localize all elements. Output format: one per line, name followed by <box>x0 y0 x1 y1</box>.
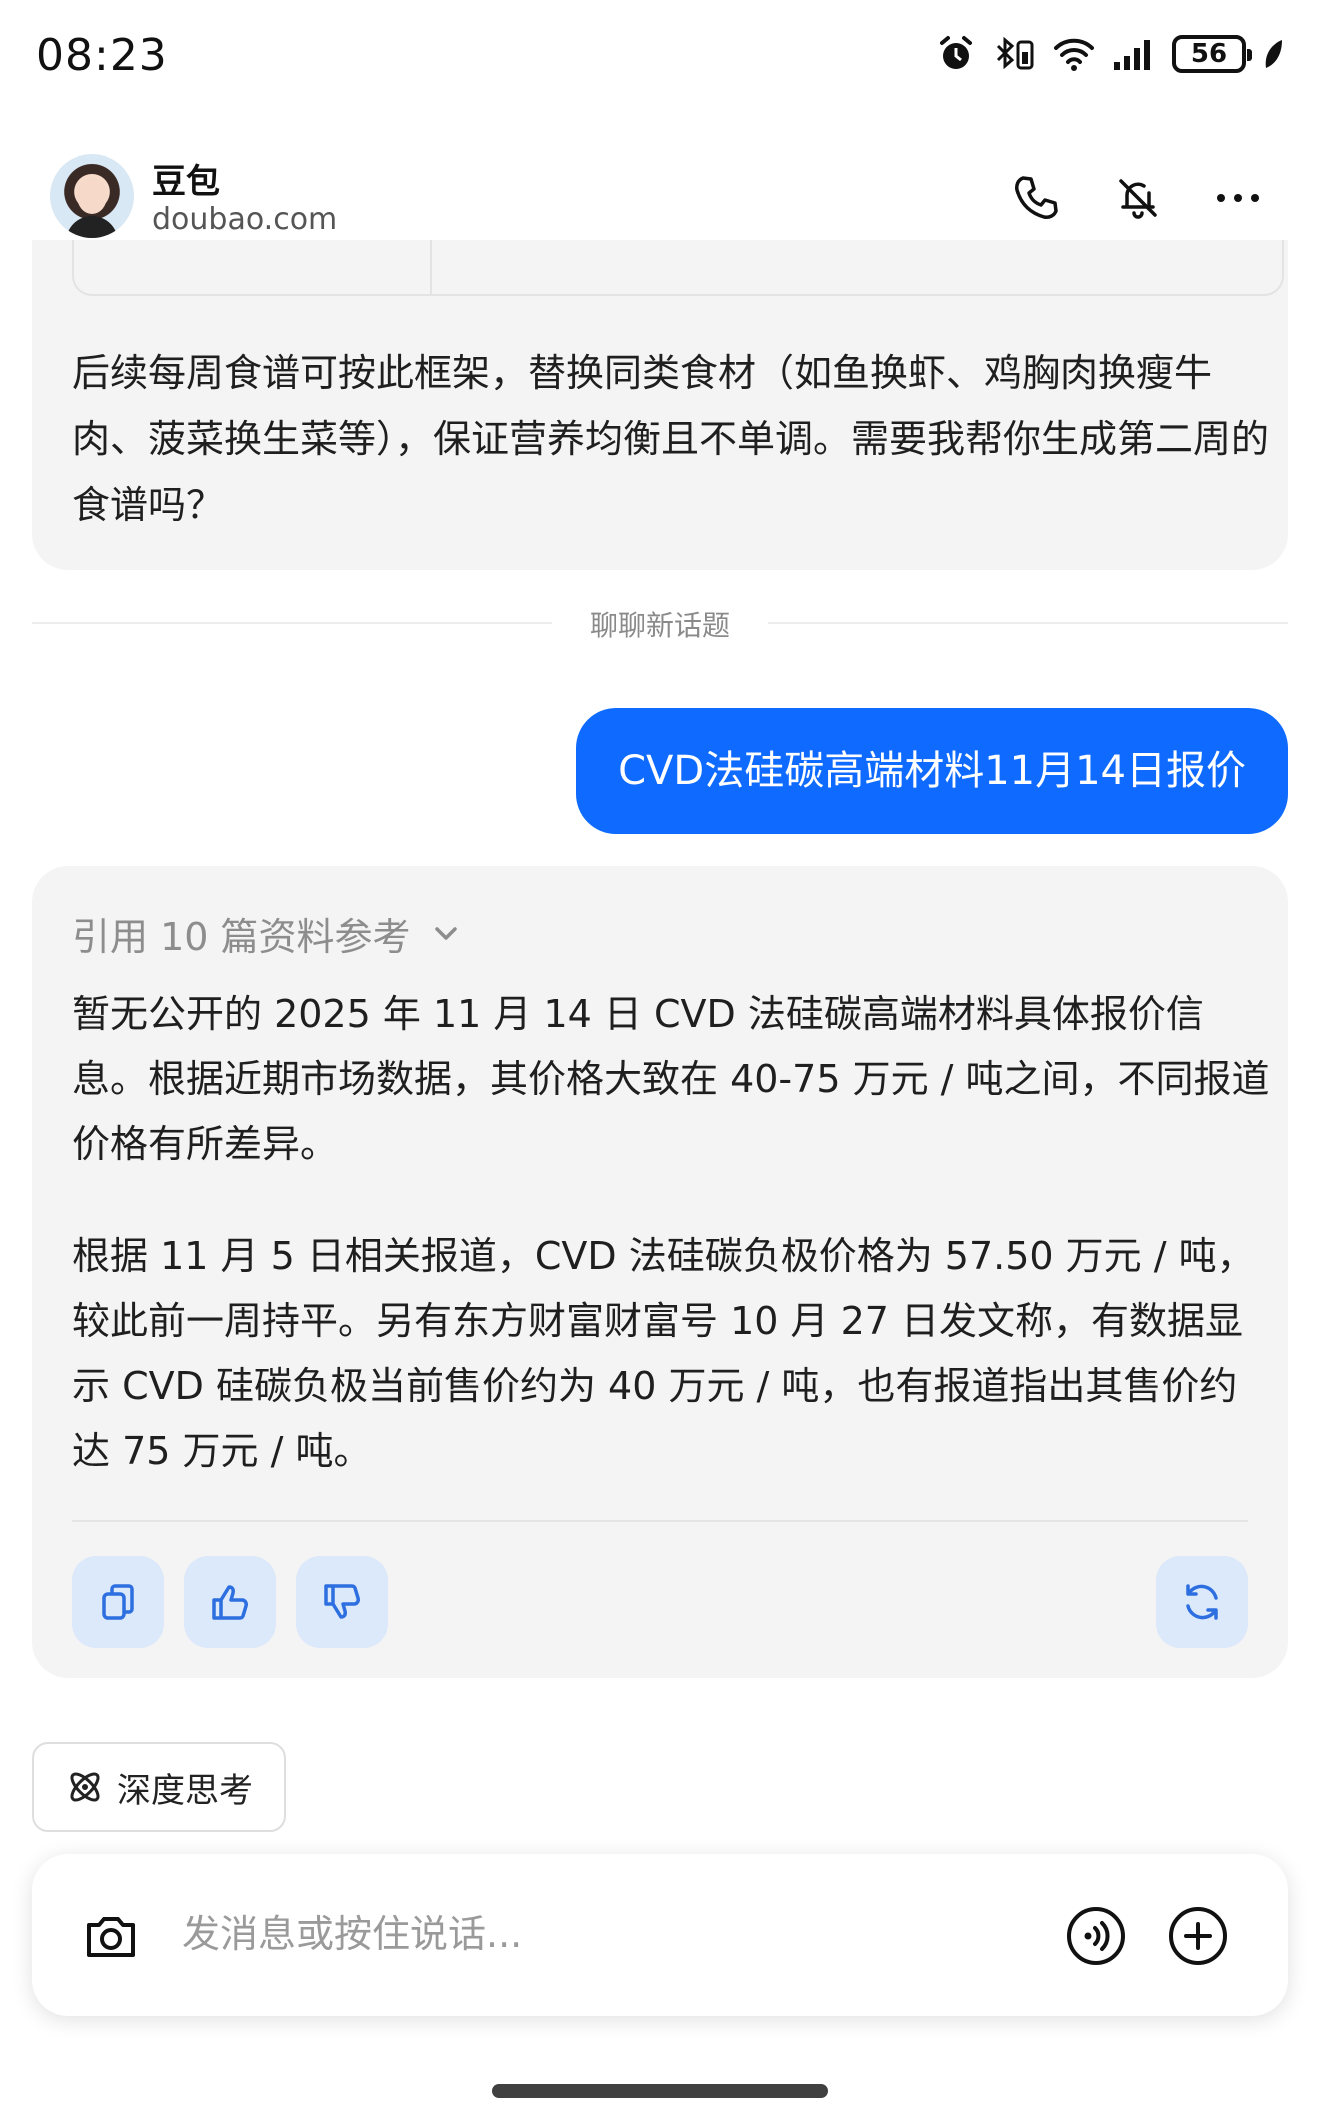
status-icons: 56 <box>936 34 1284 74</box>
thumbs-down-icon <box>324 1584 360 1619</box>
ai-reply-paragraph: 暂无公开的 2025 年 11 月 14 日 CVD 法硅碳高端材料具体报价信息… <box>72 992 1270 1166</box>
plus-icon <box>1169 1907 1227 1965</box>
dislike-button[interactable] <box>296 1556 388 1648</box>
battery-indicator: 56 <box>1172 35 1252 73</box>
add-button[interactable] <box>1164 1902 1232 1970</box>
phone-icon <box>1015 176 1058 219</box>
camera-button[interactable] <box>78 1904 144 1970</box>
divider-line-right <box>768 622 1288 624</box>
chevron-down-icon <box>434 926 457 940</box>
atom-icon <box>70 1772 100 1802</box>
thumbs-up-icon <box>212 1585 248 1620</box>
voice-call-button[interactable] <box>1062 1902 1130 1970</box>
avatar[interactable] <box>50 154 134 238</box>
ai-reply-card: 引用 10 篇资料参考 暂无公开的 2025 年 11 月 14 日 CVD 法… <box>32 866 1288 1678</box>
bot-name: 豆包 <box>152 162 220 202</box>
copy-icon <box>102 1584 134 1620</box>
mute-button[interactable] <box>1108 168 1168 228</box>
reply-divider <box>72 1520 1248 1522</box>
more-button[interactable] <box>1208 168 1268 228</box>
references-toggle[interactable]: 引用 10 篇资料参考 <box>72 906 463 961</box>
muted-bell-icon <box>1119 179 1157 219</box>
user-message-bubble[interactable]: CVD法硅碳高端材料11月14日报价 <box>576 708 1288 834</box>
previous-reply-text: 后续每周食谱可按此框架，替换同类食材（如鱼换虾、鸡胸肉换瘦牛肉、菠菜换生菜等），… <box>72 351 1270 527</box>
home-indicator[interactable] <box>492 2084 828 2098</box>
deep-think-button[interactable]: 深度思考 <box>32 1742 286 1832</box>
deep-think-label: 深度思考 <box>117 1770 253 1811</box>
status-bar: 08:23 56 <box>0 0 1320 118</box>
wifi-icon <box>1052 34 1096 74</box>
new-topic-divider: 聊聊新话题 <box>589 609 730 642</box>
status-time: 08:23 <box>36 30 168 81</box>
references-label: 引用 10 篇资料参考 <box>72 915 411 959</box>
message-composer <box>32 1854 1288 2016</box>
leaf-icon <box>1262 34 1284 74</box>
copy-button[interactable] <box>72 1556 164 1648</box>
voice-wave-icon <box>1067 1907 1125 1965</box>
more-icon <box>1217 194 1259 202</box>
alarm-icon <box>936 34 976 74</box>
like-button[interactable] <box>184 1556 276 1648</box>
bot-domain: doubao.com <box>152 202 338 237</box>
divider-line-left <box>32 622 552 624</box>
message-input[interactable] <box>182 1894 1052 1974</box>
call-button[interactable] <box>1006 168 1066 228</box>
previous-reply-card: 后续每周食谱可按此框架，替换同类食材（如鱼换虾、鸡胸肉换瘦牛肉、菠菜换生菜等），… <box>32 240 1288 570</box>
camera-icon <box>87 1917 135 1957</box>
ai-reply-paragraph: 根据 11 月 5 日相关报道，CVD 法硅碳负极价格为 57.50 万元 / … <box>72 1234 1255 1473</box>
refresh-icon <box>1186 1584 1218 1620</box>
avatar-face <box>77 178 107 214</box>
bluetooth-battery-icon <box>992 34 1036 74</box>
signal-icon <box>1112 34 1156 74</box>
avatar-body <box>66 216 118 238</box>
previous-table-bottom-edge <box>72 240 1284 296</box>
regenerate-button[interactable] <box>1156 1556 1248 1648</box>
